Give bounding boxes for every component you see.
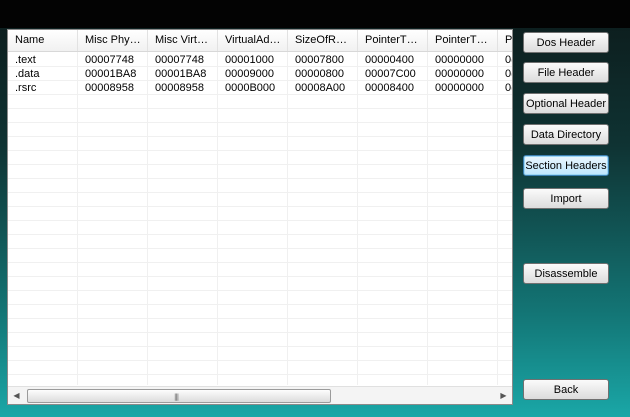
cell-size-of-raw-data: 00008A00 [295, 82, 346, 94]
grid-line [8, 136, 512, 137]
app-window: Name Misc Phy… Misc Virt… VirtualAd… Siz… [0, 0, 630, 417]
cell-virtual-address: 0000B000 [225, 82, 276, 94]
table-row[interactable]: .data 00001BA8 00001BA8 00009000 0000080… [8, 67, 512, 81]
grid-line [8, 122, 512, 123]
left-arrow-icon[interactable]: ◀ [8, 387, 25, 404]
grid-line [217, 52, 218, 385]
table-row[interactable]: .rsrc 00008958 00008958 0000B000 00008A0… [8, 81, 512, 95]
cell-truncated: 0( [505, 68, 512, 80]
grid-line [8, 360, 512, 361]
grid-line [8, 220, 512, 221]
grid-line [357, 52, 358, 385]
cell-size-of-raw-data: 00000800 [295, 68, 344, 80]
cell-misc-physical: 00001BA8 [85, 68, 137, 80]
back-button[interactable]: Back [523, 379, 609, 400]
grid-line [8, 178, 512, 179]
scrollbar-thumb[interactable]: ||| [27, 389, 331, 403]
grid-line [8, 164, 512, 165]
table-header: Name Misc Phy… Misc Virt… VirtualAd… Siz… [8, 30, 512, 52]
grid-line [8, 206, 512, 207]
column-header-truncated[interactable]: P [498, 30, 512, 51]
grid-line [77, 52, 78, 385]
grid-line [8, 262, 512, 263]
grid-line [147, 52, 148, 385]
grid-line [8, 150, 512, 151]
import-button[interactable]: Import [523, 188, 609, 209]
cell-pointer-to-relocations: 00000000 [435, 82, 484, 94]
grid-line [8, 346, 512, 347]
cell-misc-physical: 00008958 [85, 82, 134, 94]
file-header-button[interactable]: File Header [523, 62, 609, 83]
grid-line [8, 234, 512, 235]
grid-line [8, 248, 512, 249]
disassemble-button[interactable]: Disassemble [523, 263, 609, 284]
grid-line [8, 304, 512, 305]
column-header-pointer-to-relocations[interactable]: PointerT… [428, 30, 498, 51]
cell-size-of-raw-data: 00007800 [295, 54, 344, 66]
grid-line [497, 52, 498, 385]
grid-line [8, 332, 512, 333]
cell-name: .text [15, 54, 36, 66]
table-body: .text 00007748 00007748 00001000 0000780… [8, 52, 512, 385]
cell-pointer-to-raw-data: 00007C00 [365, 68, 416, 80]
column-header-pointer-to-raw-data[interactable]: PointerT… [358, 30, 428, 51]
column-header-name[interactable]: Name [8, 30, 78, 51]
grid-line [8, 108, 512, 109]
grid-line [287, 52, 288, 385]
cell-misc-virtual: 00001BA8 [155, 68, 207, 80]
cell-truncated: 0( [505, 54, 512, 66]
cell-name: .data [15, 68, 40, 80]
table-row[interactable]: .text 00007748 00007748 00001000 0000780… [8, 53, 512, 67]
grid-line [8, 276, 512, 277]
cell-name: .rsrc [15, 82, 37, 94]
section-headers-button[interactable]: Section Headers [523, 155, 609, 176]
cell-pointer-to-raw-data: 00008400 [365, 82, 414, 94]
horizontal-scrollbar[interactable]: ◀ ||| ▶ [8, 386, 512, 404]
data-directory-button[interactable]: Data Directory [523, 124, 609, 145]
grid-line [8, 374, 512, 375]
grid-line [8, 318, 512, 319]
cell-virtual-address: 00009000 [225, 68, 274, 80]
cell-misc-physical: 00007748 [85, 54, 134, 66]
section-headers-table[interactable]: Name Misc Phy… Misc Virt… VirtualAd… Siz… [7, 29, 513, 405]
column-header-size-of-raw-data[interactable]: SizeOfR… [288, 30, 358, 51]
cell-misc-virtual: 00007748 [155, 54, 204, 66]
cell-pointer-to-relocations: 00000000 [435, 68, 484, 80]
cell-pointer-to-raw-data: 00000400 [365, 54, 414, 66]
column-header-misc-physical[interactable]: Misc Phy… [78, 30, 148, 51]
right-arrow-icon[interactable]: ▶ [495, 387, 512, 404]
grid-line [8, 290, 512, 291]
column-header-misc-virtual[interactable]: Misc Virt… [148, 30, 218, 51]
dos-header-button[interactable]: Dos Header [523, 32, 609, 53]
column-header-virtual-address[interactable]: VirtualAd… [218, 30, 288, 51]
cell-truncated: 0( [505, 82, 512, 94]
scrollbar-grip: ||| [174, 393, 179, 401]
cell-pointer-to-relocations: 00000000 [435, 54, 484, 66]
cell-misc-virtual: 00008958 [155, 82, 204, 94]
optional-header-button[interactable]: Optional Header [523, 93, 609, 114]
grid-line [427, 52, 428, 385]
grid-line [8, 192, 512, 193]
title-bar [0, 0, 630, 28]
cell-virtual-address: 00001000 [225, 54, 274, 66]
